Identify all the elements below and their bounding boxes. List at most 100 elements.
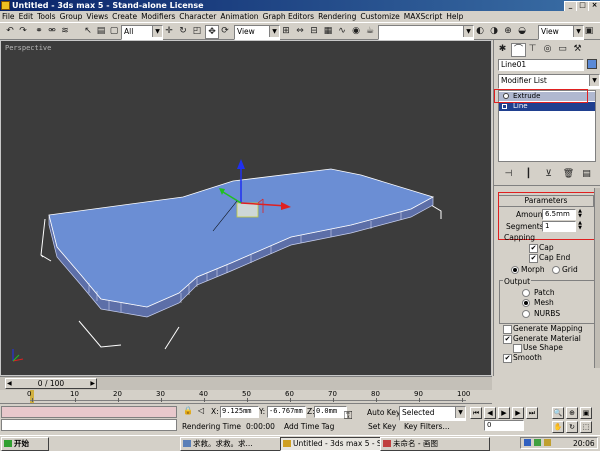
maximize-viewport-icon[interactable]: ⬚: [580, 421, 592, 433]
go-to-start-icon[interactable]: ⏮: [470, 407, 482, 419]
bind-space-warp-icon[interactable]: ≋: [59, 25, 71, 37]
select-rotate-icon[interactable]: ↻: [177, 25, 189, 37]
amount-spinner[interactable]: ▲ ▼: [577, 209, 583, 220]
pivot-center-icon[interactable]: ⊞: [280, 25, 292, 37]
reference-coordinate-dropdown[interactable]: View ▼: [234, 25, 280, 40]
region-select-icon[interactable]: ▢: [108, 25, 120, 37]
time-slider-track[interactable]: ◀ 0 / 100 ▶: [0, 376, 492, 390]
time-slider-thumb[interactable]: ◀ 0 / 100 ▶: [5, 378, 97, 389]
show-end-result-icon[interactable]: ┃: [522, 168, 535, 180]
align-icon[interactable]: ⊟: [308, 25, 320, 37]
key-mode-dropdown[interactable]: Selected ▼: [399, 406, 466, 421]
expand-icon[interactable]: [502, 104, 507, 109]
absolute-mode-icon[interactable]: ◁: [198, 406, 204, 415]
add-time-tag[interactable]: Add Time Tag: [284, 422, 334, 431]
key-icon[interactable]: ⚿: [344, 409, 352, 423]
make-unique-icon[interactable]: ⊻: [542, 168, 555, 180]
modifier-list-dropdown[interactable]: Modifier List ▼: [498, 74, 600, 89]
auto-key-button[interactable]: Auto Key: [367, 408, 400, 417]
undo-icon[interactable]: ↶: [4, 25, 16, 37]
task-button-1[interactable]: 求救。求救。求...: [180, 437, 290, 451]
patch-radio[interactable]: [522, 289, 530, 297]
smooth-checkbox[interactable]: ✔: [503, 354, 512, 363]
track-bar[interactable]: 0 10 20 30 40 50 60 70 80 90 100: [0, 390, 492, 404]
generate-material-checkbox[interactable]: ✔: [503, 335, 512, 344]
cap-start-checkbox[interactable]: ✔: [529, 244, 538, 253]
y-coordinate-field[interactable]: -6.767mm: [267, 406, 306, 418]
pin-stack-icon[interactable]: ⊣: [502, 168, 515, 180]
task-button-2[interactable]: Untitled - 3ds max 5 - Sta...: [280, 437, 390, 451]
tray-volume-icon[interactable]: [544, 439, 551, 446]
stack-item-line[interactable]: Line: [499, 102, 595, 111]
maxscript-listener-line-1[interactable]: [1, 406, 177, 418]
cap-end-checkbox[interactable]: ✔: [529, 254, 538, 263]
select-by-name-icon[interactable]: ▤: [95, 25, 107, 37]
select-object-icon[interactable]: ↖: [82, 25, 94, 37]
play-icon[interactable]: ▶: [498, 407, 510, 419]
unlink-icon[interactable]: ⚮: [46, 25, 58, 37]
menu-help[interactable]: Help: [444, 11, 465, 22]
current-frame-field[interactable]: 0: [484, 420, 524, 431]
render-frame-icon[interactable]: ▣: [583, 25, 595, 37]
display-tab-icon[interactable]: ▭: [556, 43, 569, 55]
maxscript-listener-line-2[interactable]: [1, 419, 177, 431]
rotate-icon[interactable]: ⟳: [219, 25, 231, 37]
link-icon[interactable]: ⚭: [33, 25, 45, 37]
panel-scrollbar[interactable]: [594, 188, 600, 368]
perspective-viewport[interactable]: Perspective: [0, 40, 492, 376]
menu-views[interactable]: Views: [84, 11, 110, 22]
tray-app-icon[interactable]: [534, 439, 541, 446]
quick-render-icon[interactable]: ◐: [474, 25, 486, 37]
segments-spinner[interactable]: ▲ ▼: [577, 221, 583, 232]
previous-frame-icon[interactable]: ◀: [484, 407, 496, 419]
mirror-icon[interactable]: ⇔: [294, 25, 306, 37]
menu-edit[interactable]: Edit: [17, 11, 36, 22]
x-coordinate-field[interactable]: 9.125mm: [220, 406, 259, 418]
next-frame-icon[interactable]: ▶: [512, 407, 524, 419]
menu-rendering[interactable]: Rendering: [316, 11, 358, 22]
set-key-button[interactable]: Set Key: [368, 422, 396, 431]
start-button[interactable]: 开始: [1, 437, 49, 451]
render-view-dropdown[interactable]: View ▼: [538, 25, 584, 40]
menu-character[interactable]: Character: [177, 11, 218, 22]
zoom-icon[interactable]: 🔍: [552, 407, 564, 419]
tray-network-icon[interactable]: [524, 439, 531, 446]
utilities-tab-icon[interactable]: ⚒: [571, 43, 584, 55]
layer-icon[interactable]: ▦: [322, 25, 334, 37]
motion-tab-icon[interactable]: ◎: [541, 43, 554, 55]
mesh-radio[interactable]: [522, 299, 530, 307]
menu-customize[interactable]: Customize: [358, 11, 401, 22]
render-type-icon[interactable]: ◑: [488, 25, 500, 37]
teapot-icon[interactable]: ⊕: [502, 25, 514, 37]
hierarchy-tab-icon[interactable]: ⊤: [526, 43, 539, 55]
menu-tools[interactable]: Tools: [35, 11, 57, 22]
select-move-icon[interactable]: ✛: [163, 25, 175, 37]
menu-graph-editors[interactable]: Graph Editors: [261, 11, 317, 22]
arc-rotate-icon[interactable]: ↻: [566, 421, 578, 433]
z-coordinate-field[interactable]: 0.0mm: [314, 406, 347, 418]
create-tab-icon[interactable]: ✱: [496, 43, 509, 55]
material-editor-icon[interactable]: ◉: [350, 25, 362, 37]
redo-icon[interactable]: ↷: [17, 25, 29, 37]
render-scene-icon[interactable]: ☕: [364, 25, 376, 37]
object-name-field[interactable]: Line01: [498, 59, 584, 71]
render-last-icon[interactable]: ◒: [516, 25, 528, 37]
select-and-move-active-icon[interactable]: ✥: [205, 25, 219, 39]
menu-create[interactable]: Create: [110, 11, 139, 22]
morph-radio[interactable]: [511, 266, 519, 274]
task-button-3[interactable]: 未命名 - 画图: [380, 437, 490, 451]
menu-file[interactable]: File: [0, 11, 17, 22]
nurbs-radio[interactable]: [522, 310, 530, 318]
modify-tab-icon[interactable]: ⌒: [511, 43, 526, 57]
configure-sets-icon[interactable]: ▤: [580, 168, 593, 180]
amount-input[interactable]: 6.5mm: [542, 209, 576, 220]
lock-icon[interactable]: 🔒: [183, 406, 193, 415]
pan-icon[interactable]: ✋: [552, 421, 564, 433]
select-scale-icon[interactable]: ◰: [191, 25, 203, 37]
generate-mapping-checkbox[interactable]: [503, 325, 512, 334]
selection-filter-dropdown[interactable]: All ▼: [121, 25, 163, 40]
object-color-swatch[interactable]: [587, 59, 597, 69]
menu-animation[interactable]: Animation: [218, 11, 260, 22]
use-shape-checkbox[interactable]: [513, 344, 522, 353]
menu-group[interactable]: Group: [58, 11, 85, 22]
